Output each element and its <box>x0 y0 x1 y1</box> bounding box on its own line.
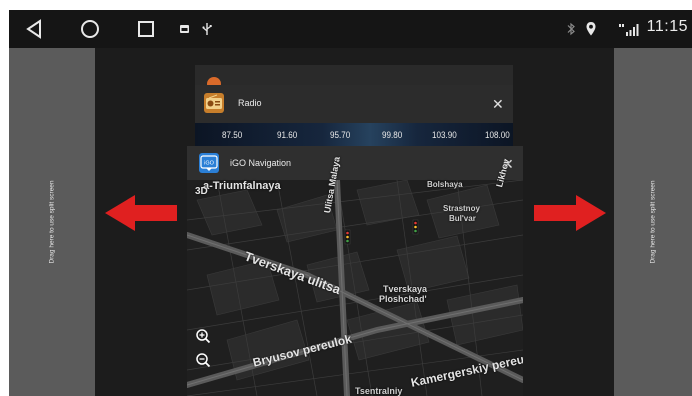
frequency-label: 103.90 <box>432 130 457 141</box>
traffic-light-icon <box>412 219 419 235</box>
frequency-label: 108.00 <box>485 130 510 141</box>
recents-screen: 11:15 Drag here to use split screen Drag… <box>9 10 692 396</box>
recent-apps-icon[interactable] <box>134 17 158 41</box>
arrow-right-icon <box>534 195 606 231</box>
map-3d-toggle[interactable]: 3D <box>195 186 208 197</box>
back-icon[interactable] <box>22 17 46 41</box>
map-label-strastnoy: Strastnoy <box>443 204 480 213</box>
traffic-light-icon <box>344 229 351 245</box>
frequency-label: 99.80 <box>382 130 403 141</box>
close-radio-icon[interactable]: ✕ <box>492 97 504 111</box>
split-screen-hint-right: Drag here to use split screen <box>649 180 657 264</box>
clock: 11:15 <box>646 18 688 35</box>
card-peek-strip <box>195 65 513 91</box>
split-screen-drop-zone-right[interactable]: Drag here to use split screen <box>614 48 692 396</box>
split-screen-hint-left: Drag here to use split screen <box>48 180 56 264</box>
frequency-label: 91.60 <box>277 130 298 141</box>
status-bar: 11:15 <box>9 10 692 48</box>
map-label-bulvar: Bul'var <box>449 214 476 223</box>
radio-card-header: Radio ✕ <box>195 85 513 123</box>
map-label-square-line2: Ploshchad' <box>379 294 427 304</box>
location-icon <box>586 22 596 36</box>
map-label-top-street: a-Triumfalnaya <box>203 180 281 192</box>
zoom-out-icon[interactable] <box>195 352 211 368</box>
igo-card-title: iGO Navigation <box>230 158 292 168</box>
gallery-icon <box>180 25 189 33</box>
frequency-label: 87.50 <box>222 130 243 141</box>
split-screen-drop-zone-left[interactable]: Drag here to use split screen <box>9 48 95 396</box>
signal-icon <box>619 24 639 36</box>
home-icon[interactable] <box>78 17 102 41</box>
igo-icon-text: iGO <box>204 161 215 167</box>
map-label-bottom: Tsentralniy <box>355 386 403 396</box>
frequency-label: 95.70 <box>330 130 351 141</box>
recent-card-igo-navigation[interactable]: iGO iGO Navigation ✕ a-Triumfalnaya 3D T… <box>187 146 523 396</box>
igo-card-header: iGO iGO Navigation ✕ <box>187 146 523 180</box>
radio-app-icon <box>204 93 224 113</box>
igo-app-icon: iGO <box>199 153 219 173</box>
arrow-left-icon <box>105 195 177 231</box>
map-label-bolshaya: Bolshaya <box>427 180 463 189</box>
radio-card-title: Radio <box>238 98 262 108</box>
zoom-in-icon[interactable] <box>195 328 211 344</box>
usb-icon <box>202 23 212 35</box>
navigation-map[interactable]: a-Triumfalnaya 3D Tverskaya ulitsa Ulits… <box>187 156 523 396</box>
map-label-square-line1: Tverskaya <box>383 284 428 294</box>
bluetooth-icon <box>567 22 575 36</box>
